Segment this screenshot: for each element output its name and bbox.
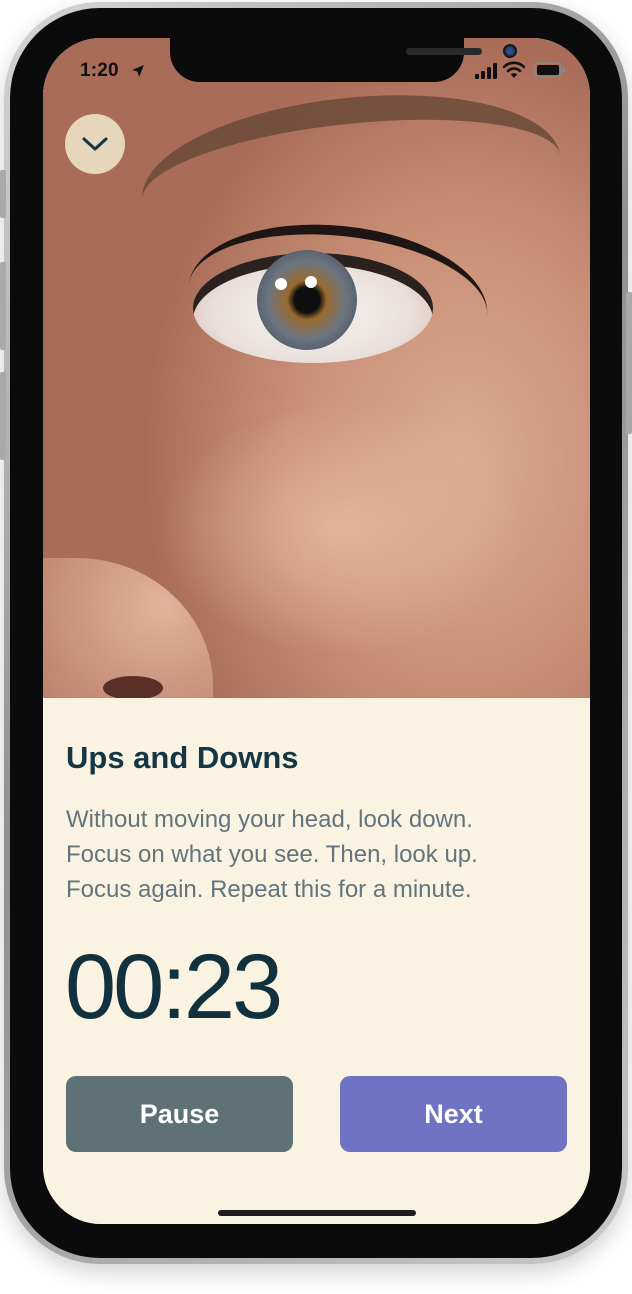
home-indicator[interactable] [218, 1210, 416, 1216]
description-line: Without moving your head, look down. [66, 806, 473, 833]
iris [257, 250, 357, 350]
status-bar: 1:20 [43, 38, 590, 98]
notch [170, 38, 517, 82]
cellular-signal-icon [475, 63, 497, 79]
front-camera [503, 44, 517, 58]
next-button[interactable]: Next [340, 1076, 567, 1152]
eye-closeup-photo [43, 38, 590, 718]
status-time: 1:20 [80, 60, 119, 81]
mute-switch [0, 170, 6, 218]
countdown-timer: 00:23 [65, 936, 283, 1038]
exercise-description: Without moving your head, look down. Foc… [66, 802, 566, 907]
power-button [626, 292, 632, 434]
volume-down-button [0, 372, 6, 460]
description-line: Focus again. Repeat this for a minute. [66, 876, 472, 903]
description-line: Focus on what you see. Then, look up. [66, 841, 478, 868]
collapse-button[interactable] [65, 114, 125, 174]
app-screen: 1:20 Ups and Downs Without moving your h… [43, 38, 590, 1224]
exercise-title: Ups and Downs [66, 740, 299, 775]
location-arrow-icon [132, 65, 144, 77]
battery-icon [534, 62, 565, 78]
pause-button[interactable]: Pause [66, 1076, 293, 1152]
volume-up-button [0, 262, 6, 350]
wifi-icon [503, 61, 525, 78]
exercise-panel: Ups and Downs Without moving your head, … [43, 698, 590, 1224]
chevron-down-icon [82, 137, 108, 151]
earpiece-speaker [406, 48, 482, 55]
